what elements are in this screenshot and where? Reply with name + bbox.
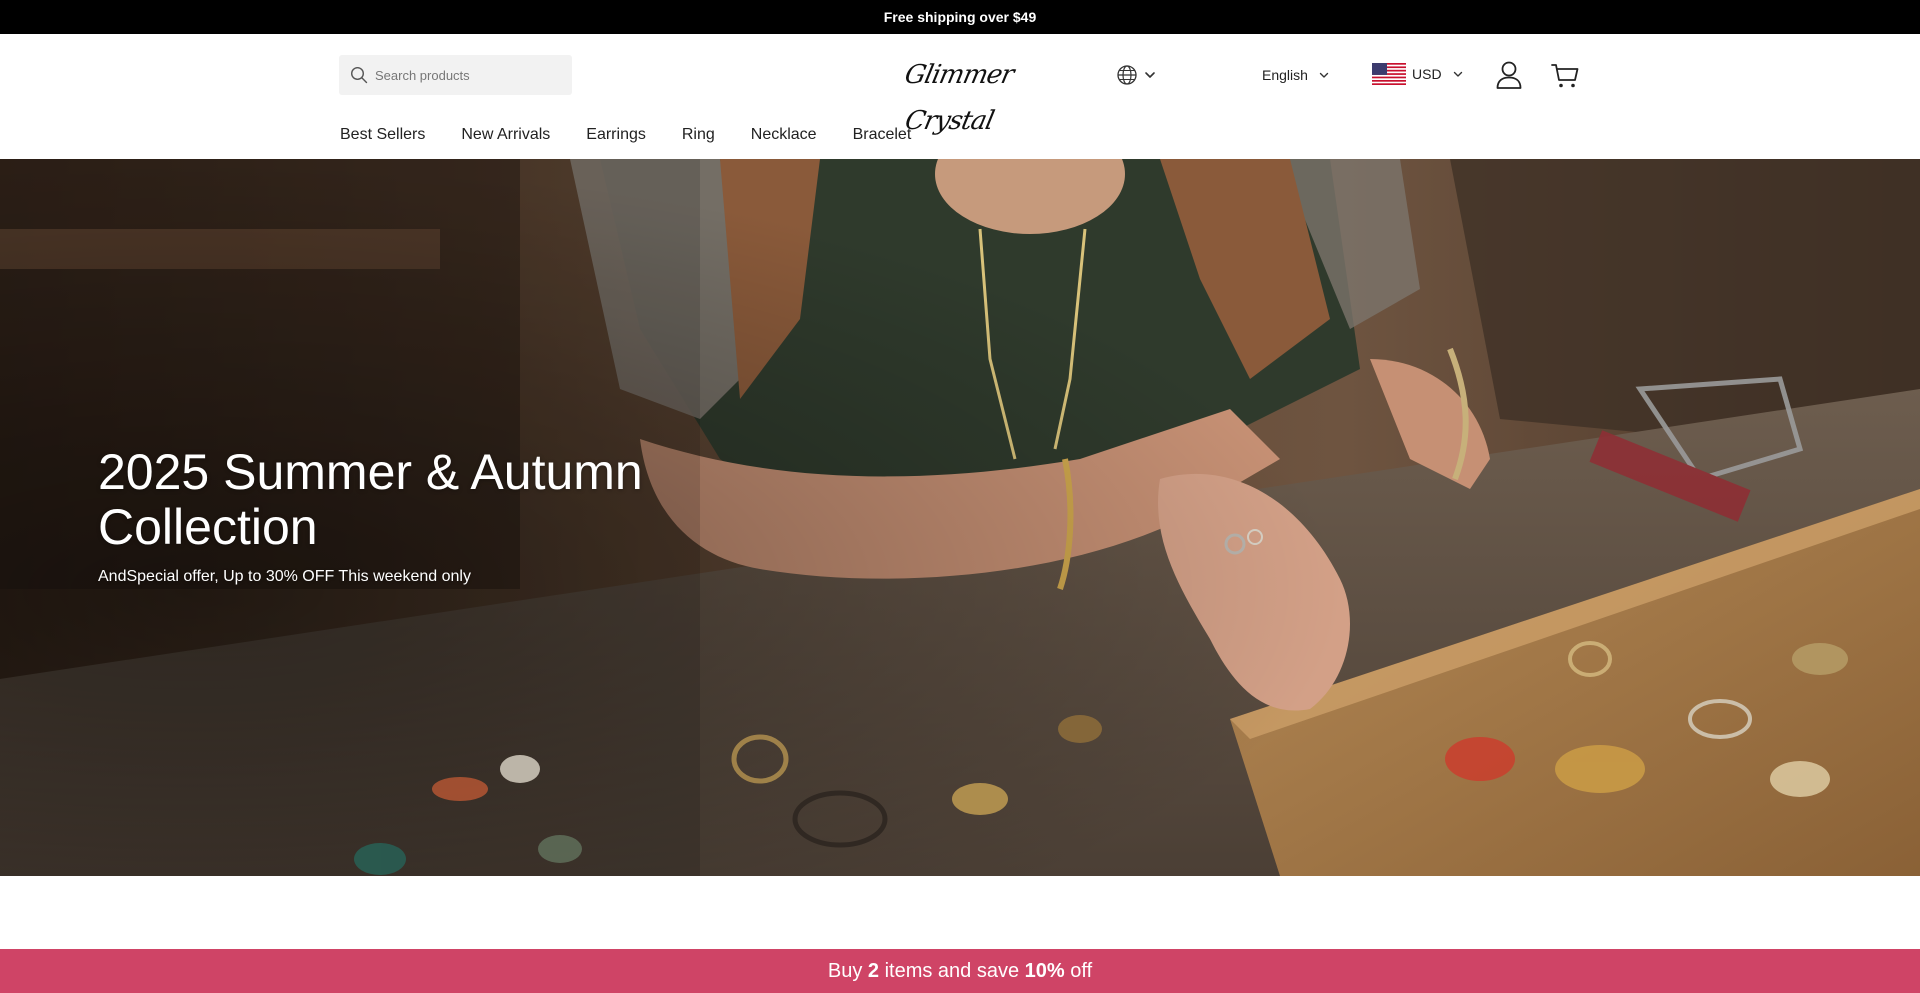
brand-logo-text: Glimmer Crystal (902, 60, 1016, 136)
nav-item-necklace[interactable]: Necklace (751, 121, 817, 149)
announcement-text: Free shipping over $49 (883, 9, 1037, 25)
promo-suffix: off (1064, 959, 1093, 982)
cart-icon[interactable] (1550, 60, 1580, 90)
nav-item-earrings[interactable]: Earrings (586, 121, 646, 149)
nav-item-new-arrivals[interactable]: New Arrivals (461, 121, 550, 149)
user-icon[interactable] (1495, 60, 1523, 90)
promo-prefix: Buy (827, 959, 868, 982)
hero-title: 2025 Summer & Autumn Collection (98, 444, 643, 555)
promo-bar[interactable]: Buy 2 items and save 10% off (0, 949, 1920, 993)
brand-logo[interactable]: Glimmer Crystal (884, 52, 1034, 136)
main-nav: Best Sellers New Arrivals Earrings Ring … (340, 121, 947, 149)
language-selector[interactable]: English (1262, 63, 1330, 87)
currency-selector[interactable]: USD (1372, 61, 1464, 87)
search-icon (350, 66, 368, 84)
site-header: Glimmer Crystal English US (0, 34, 1920, 159)
nav-item-best-sellers[interactable]: Best Sellers (340, 121, 425, 149)
promo-quantity: 2 (867, 959, 880, 982)
globe-icon (1117, 65, 1137, 85)
region-selector[interactable] (1116, 63, 1160, 87)
language-label: English (1262, 67, 1308, 83)
announcement-bar: Free shipping over $49 (0, 0, 1920, 34)
search-box[interactable] (339, 55, 572, 95)
nav-item-ring[interactable]: Ring (682, 121, 715, 149)
hero-subtitle: AndSpecial offer, Up to 30% OFF This wee… (98, 568, 471, 585)
chevron-down-icon (1145, 72, 1155, 78)
us-flag-icon (1372, 63, 1406, 85)
currency-label: USD (1412, 66, 1442, 82)
hero-banner[interactable]: 2025 Summer & Autumn Collection AndSpeci… (0, 159, 1920, 876)
promo-middle: items and save (879, 959, 1025, 982)
chevron-down-icon (1319, 72, 1329, 78)
search-input[interactable] (375, 55, 565, 95)
chevron-down-icon (1453, 71, 1462, 77)
nav-item-bracelet[interactable]: Bracelet (853, 121, 912, 149)
promo-discount: 10% (1024, 959, 1065, 982)
